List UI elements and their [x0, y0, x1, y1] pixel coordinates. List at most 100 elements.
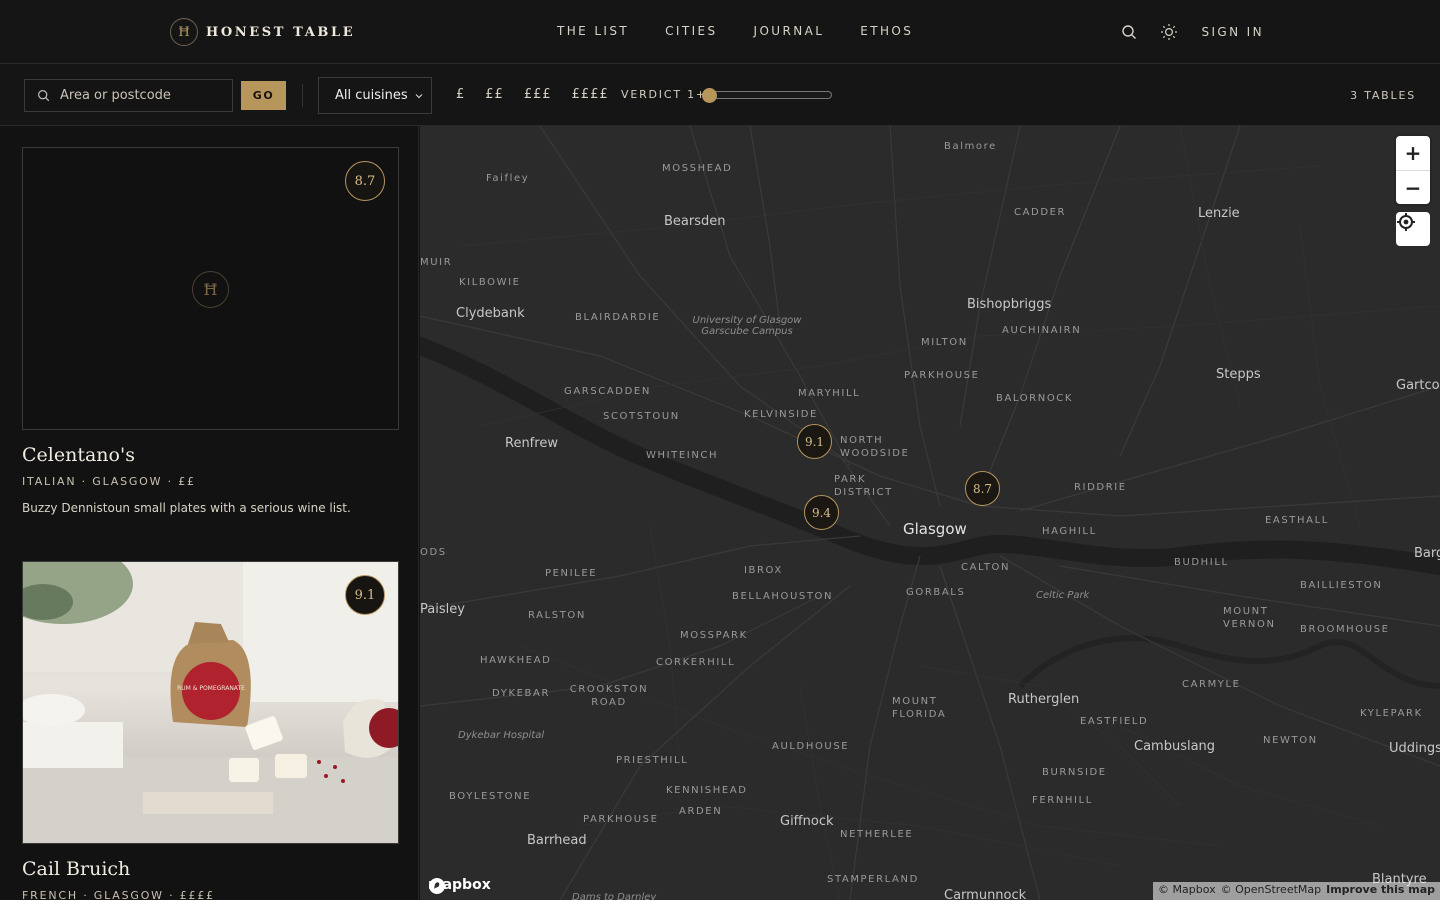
- score-badge: 8.7: [345, 161, 385, 201]
- map-label: Faifley: [486, 173, 530, 184]
- sun-icon[interactable]: [1157, 20, 1181, 44]
- brand-mark-icon: Ħ: [170, 18, 198, 46]
- map-label: AULDHOUSE: [772, 741, 850, 752]
- results-count: 3 TABLES: [1350, 89, 1416, 102]
- map-label: BELLAHOUSTON: [732, 591, 834, 602]
- map-label: BALORNOCK: [996, 393, 1074, 404]
- map-label: MUIR: [420, 257, 453, 268]
- filter-bar: GO All cuisines £ ££ £££ ££££ VERDICT 1+…: [0, 64, 1440, 126]
- map-label: KILBOWIE: [459, 277, 521, 288]
- geolocate-button[interactable]: [1396, 212, 1430, 246]
- map-label: Stepps: [1216, 367, 1261, 382]
- card-description: Buzzy Dennistoun small plates with a ser…: [22, 501, 351, 515]
- map-label: PARKHOUSE: [583, 814, 659, 825]
- map-label: Bishopbriggs: [967, 297, 1052, 312]
- map-label: Lenzie: [1198, 206, 1240, 221]
- verdict-slider-track: [702, 91, 832, 99]
- price-filter-2[interactable]: ££: [485, 87, 504, 102]
- map-label: BROOMHOUSE: [1300, 624, 1390, 635]
- verdict-label: VERDICT 1+: [621, 88, 707, 101]
- map-label: CARMYLE: [1182, 679, 1241, 690]
- map-label: Celtic Park: [1036, 590, 1090, 601]
- card-meta: FRENCH · GLASGOW · ££££: [22, 889, 215, 900]
- map-label: PRIESTHILL: [616, 755, 689, 766]
- map-label: NETHERLEE: [840, 829, 914, 840]
- map-label: Glasgow: [903, 520, 967, 538]
- area-search-input[interactable]: [58, 87, 218, 104]
- main-nav: THE LIST CITIES JOURNAL ETHOS: [557, 24, 913, 38]
- card-image-placeholder: 8.7 Ħ: [22, 147, 399, 430]
- map-label: GORBALS: [906, 587, 966, 598]
- card-meta: ITALIAN · GLASGOW · ££: [22, 475, 196, 488]
- nav-journal[interactable]: JOURNAL: [754, 24, 825, 38]
- attribution-improve[interactable]: Improve this map: [1326, 883, 1435, 899]
- map-label: Giffnock: [780, 814, 834, 829]
- map-label: Bearsden: [664, 214, 726, 229]
- map-label: BUDHILL: [1174, 557, 1229, 568]
- price-filter-4[interactable]: ££££: [572, 87, 609, 102]
- map-pin[interactable]: 9.1: [797, 424, 832, 459]
- map-pin[interactable]: 8.7: [965, 471, 1000, 506]
- map-label: PARK DISTRICT: [834, 474, 893, 498]
- map-label: BOYLESTONE: [449, 791, 532, 802]
- map-label: CALTON: [961, 562, 1011, 573]
- nav-the-list[interactable]: THE LIST: [557, 24, 629, 38]
- attribution-mapbox[interactable]: © Mapbox: [1158, 883, 1216, 899]
- restaurant-card[interactable]: RUM & POMEGRANATE 9.1 Cail Bruich FRENCH…: [22, 561, 399, 900]
- go-button[interactable]: GO: [241, 81, 286, 110]
- map-label: Rutherglen: [1008, 692, 1080, 707]
- nav-cities[interactable]: CITIES: [665, 24, 717, 38]
- search-icon[interactable]: [1117, 20, 1141, 44]
- card-title[interactable]: Cail Bruich: [22, 858, 399, 880]
- restaurant-card[interactable]: 8.7 Ħ Celentano's ITALIAN · GLASGOW · ££…: [22, 147, 399, 515]
- zoom-control: + −: [1396, 136, 1430, 204]
- cuisine-select[interactable]: All cuisines: [318, 77, 432, 114]
- header-actions: SIGN IN: [1117, 20, 1264, 44]
- price-filter-3[interactable]: £££: [524, 87, 552, 102]
- map-label: BLAIRDARDIE: [575, 312, 661, 323]
- map-label: EASTHALL: [1265, 515, 1329, 526]
- verdict-slider-handle[interactable]: [702, 88, 717, 103]
- verdict-slider[interactable]: [702, 88, 832, 103]
- map-label: CORKERHILL: [656, 657, 736, 668]
- mapbox-logo[interactable]: mapbox: [428, 877, 491, 894]
- attribution-osm[interactable]: © OpenStreetMap: [1221, 883, 1322, 899]
- map-label: NEWTON: [1263, 735, 1318, 746]
- card-title[interactable]: Celentano's: [22, 444, 399, 466]
- score-badge: 9.1: [345, 575, 385, 615]
- zoom-in-button[interactable]: +: [1396, 136, 1430, 170]
- map-label: Gartcosh: [1396, 378, 1440, 393]
- map-label: HAWKHEAD: [480, 655, 552, 666]
- map-label: GARSCADDEN: [564, 386, 651, 397]
- price-filter-1[interactable]: £: [456, 87, 465, 102]
- map-label: KENNISHEAD: [666, 785, 748, 796]
- nav-ethos[interactable]: ETHOS: [860, 24, 913, 38]
- map-label: BAILLIESTON: [1300, 580, 1383, 591]
- photo-wax-melts-icon: RUM & POMEGRANATE: [23, 562, 398, 843]
- map[interactable]: Balmore MOSSHEAD Faifley Bearsden CADDER…: [420, 126, 1440, 900]
- sign-in-link[interactable]: SIGN IN: [1201, 25, 1264, 39]
- map-label: MOUNT FLORIDA: [892, 696, 947, 720]
- brand-mark-icon: Ħ: [192, 271, 229, 308]
- price-filters: £ ££ £££ ££££: [456, 87, 609, 102]
- chevron-down-icon: [415, 94, 423, 99]
- map-label: PENILEE: [545, 568, 598, 579]
- locate-icon: [1397, 213, 1415, 231]
- map-label: MOSSPARK: [680, 630, 748, 641]
- zoom-out-button[interactable]: −: [1396, 170, 1430, 204]
- map-label: Clydebank: [456, 306, 525, 321]
- map-label: KYLEPARK: [1360, 708, 1423, 719]
- map-pin[interactable]: 9.4: [804, 495, 839, 530]
- map-label: Dykebar Hospital: [458, 730, 545, 741]
- map-label: HAGHILL: [1042, 526, 1097, 537]
- map-label: ARDEN: [679, 806, 723, 817]
- map-label: Cambuslang: [1134, 739, 1216, 754]
- map-label: Paisley: [420, 602, 465, 617]
- map-label: PARKHOUSE: [904, 370, 980, 381]
- map-label: CADDER: [1014, 207, 1067, 218]
- brand-logo[interactable]: Ħ HONEST TABLE: [170, 18, 355, 46]
- map-label: Barge: [1414, 546, 1440, 561]
- mapbox-icon: [429, 878, 445, 894]
- map-label: RALSTON: [528, 610, 586, 621]
- map-label: NORTH WOODSIDE: [840, 435, 910, 459]
